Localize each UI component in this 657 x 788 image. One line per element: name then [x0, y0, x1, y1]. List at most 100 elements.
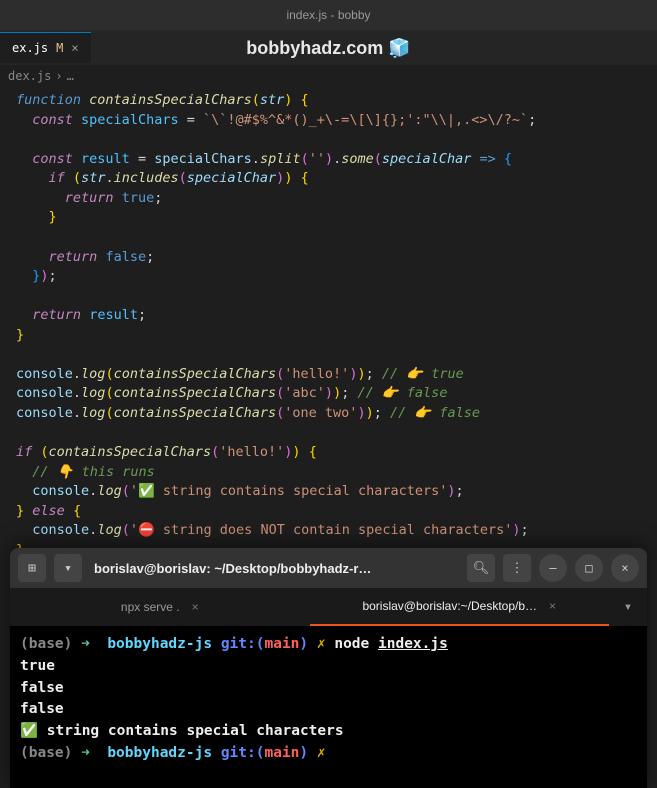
breadcrumb[interactable]: dex.js › … [0, 65, 657, 87]
brace: } [16, 327, 24, 343]
method: log [81, 385, 105, 401]
semicolon: ; [528, 112, 536, 128]
keyword: const [32, 112, 73, 128]
prompt-dir: bobbyhadz-js [107, 636, 212, 652]
terminal-title: borislav@borislav: ~/Desktop/bobbyhadz-r… [90, 561, 459, 576]
brace: { [504, 151, 512, 167]
maximize-button[interactable]: □ [575, 554, 603, 582]
git-branch: main [264, 636, 299, 652]
menu-icon[interactable]: ⋮ [503, 554, 531, 582]
console: console [16, 366, 73, 382]
console: console [32, 483, 89, 499]
keyword: else [32, 503, 65, 519]
method: split [260, 151, 301, 167]
fn-call: containsSpecialChars [114, 385, 277, 401]
watermark-overlay: bobbyhadz.com 🧊 [246, 38, 410, 59]
operator: = [138, 151, 146, 167]
string: '⛔️ string does NOT contain special char… [130, 522, 513, 538]
comment: // 👉️ false [357, 385, 447, 401]
terminal-window: ⊞ ▾ borislav@borislav: ~/Desktop/bobbyha… [10, 548, 647, 788]
window-title: index.js - bobby [286, 8, 370, 22]
close-icon[interactable]: × [71, 41, 78, 55]
git-branch: main [264, 745, 299, 761]
method: log [81, 405, 105, 421]
paren: ) [284, 92, 292, 108]
tab-modified-indicator: M [56, 41, 63, 55]
command-arg: index.js [378, 636, 448, 652]
chevron-down-icon[interactable]: ▾ [609, 588, 647, 626]
output-line: true [20, 658, 55, 674]
terminal-output[interactable]: (base) ➜ bobbyhadz-js git:(main) ✗ node … [10, 626, 647, 773]
string: '' [309, 151, 325, 167]
editor-tab-active[interactable]: ex.js M × [0, 32, 91, 63]
keyword: return [49, 249, 98, 265]
new-tab-button[interactable]: ⊞ [18, 554, 46, 582]
string: '✅ string contains special characters' [130, 483, 448, 499]
method: log [97, 483, 121, 499]
method: includes [114, 170, 179, 186]
string: 'hello!' [284, 366, 349, 382]
tab-label: npx serve . [121, 600, 180, 614]
close-icon[interactable]: × [192, 600, 199, 614]
console: console [16, 385, 73, 401]
brace: { [301, 170, 309, 186]
tab-label: borislav@borislav:~/Desktop/b… [362, 599, 537, 613]
method: log [81, 366, 105, 382]
keyword: if [16, 444, 32, 460]
terminal-tab[interactable]: npx serve . × [10, 588, 310, 626]
string: 'hello!' [219, 444, 284, 460]
param: str [260, 92, 284, 108]
object: str [81, 170, 105, 186]
boolean: false [105, 249, 146, 265]
search-icon[interactable]: 🔍︎ [467, 554, 495, 582]
paren: ( [252, 92, 260, 108]
chevron-right-icon: › [55, 69, 62, 83]
keyword: return [65, 190, 114, 206]
minimize-button[interactable]: – [539, 554, 567, 582]
boolean: true [122, 190, 155, 206]
console: console [16, 405, 73, 421]
fn-call: containsSpecialChars [114, 366, 277, 382]
variable: result [89, 307, 138, 323]
window-title-bar: index.js - bobby [0, 0, 657, 30]
object: specialChars [154, 151, 252, 167]
code-editor[interactable]: function containsSpecialChars(str) { con… [0, 87, 657, 569]
prompt-arrow: ➜ [81, 636, 90, 652]
function-name: containsSpecialChars [89, 92, 252, 108]
string-literal: `\`!@#$%^&*()_+\-=\[\]{};':"\\|,.<>\/?~` [203, 112, 528, 128]
command: node [334, 636, 369, 652]
terminal-tab-active[interactable]: borislav@borislav:~/Desktop/b… × [310, 588, 610, 626]
prompt-arrow: ➜ [81, 745, 90, 761]
breadcrumb-file: dex.js [8, 69, 51, 83]
output-line: false [20, 680, 64, 696]
prompt-base: (base) [20, 745, 72, 761]
prompt-base: (base) [20, 636, 72, 652]
tab-filename: ex.js [12, 41, 48, 55]
keyword: if [49, 170, 65, 186]
param: specialChar [382, 151, 471, 167]
variable: result [81, 151, 130, 167]
brace: } [49, 209, 57, 225]
method: some [341, 151, 374, 167]
dropdown-icon[interactable]: ▾ [54, 554, 82, 582]
param: specialChar [187, 170, 276, 186]
operator: = [187, 112, 195, 128]
prompt-dir: bobbyhadz-js [107, 745, 212, 761]
comment: // 👉️ true [382, 366, 464, 382]
brace: { [301, 92, 309, 108]
console: console [32, 522, 89, 538]
close-icon[interactable]: × [549, 599, 556, 613]
keyword: function [16, 92, 81, 108]
breadcrumb-more: … [67, 69, 74, 83]
keyword: const [32, 151, 73, 167]
fn-call: containsSpecialChars [49, 444, 212, 460]
git-dirty-icon: ✗ [317, 636, 326, 652]
fn-call: containsSpecialChars [114, 405, 277, 421]
prompt-git: git: [221, 636, 256, 652]
close-button[interactable]: × [611, 554, 639, 582]
prompt-git: git: [221, 745, 256, 761]
string: 'one two' [284, 405, 357, 421]
variable: specialChars [81, 112, 179, 128]
terminal-titlebar: ⊞ ▾ borislav@borislav: ~/Desktop/bobbyha… [10, 548, 647, 588]
keyword: return [32, 307, 81, 323]
